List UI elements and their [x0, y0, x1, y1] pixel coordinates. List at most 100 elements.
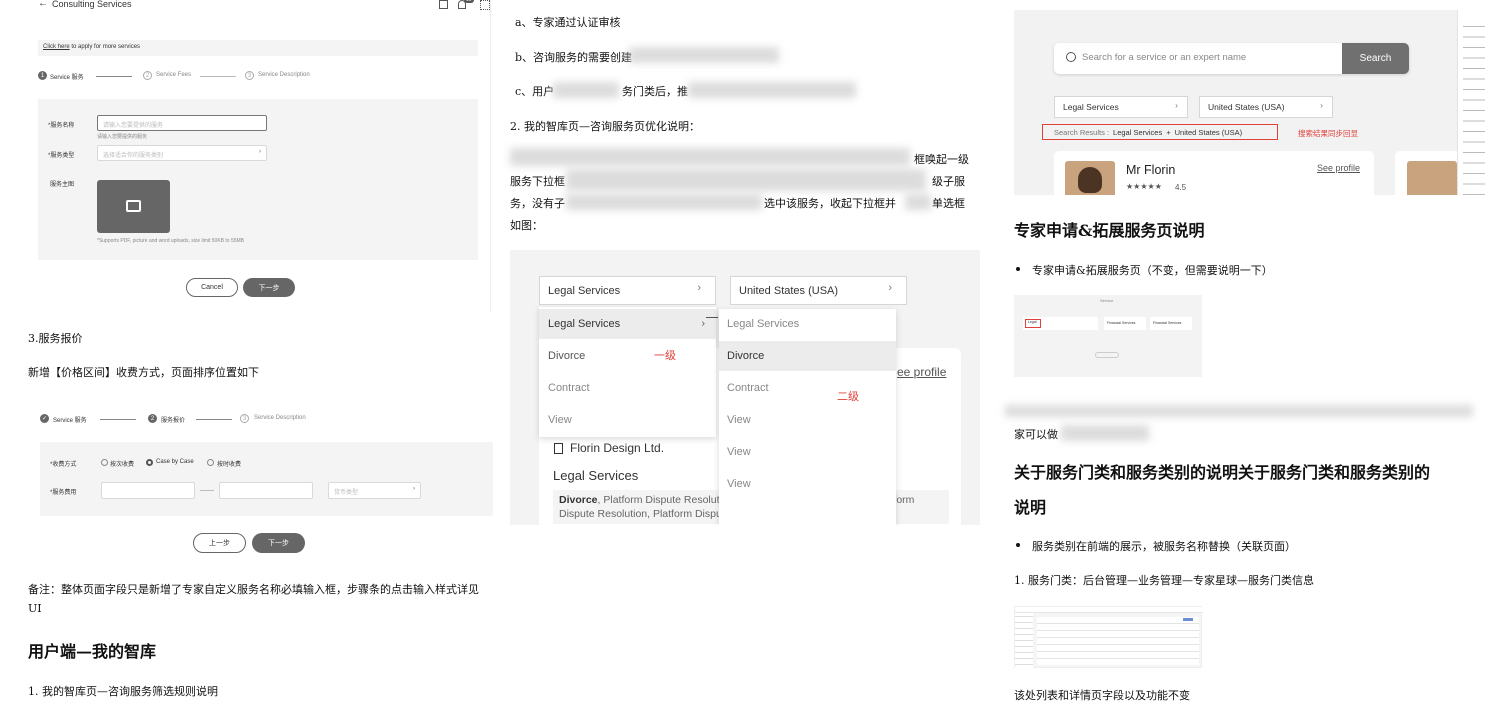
search-input[interactable]: Search for a service or an expert name [1082, 52, 1246, 63]
search-bar: Search for a service or an expert name S… [1054, 43, 1409, 74]
level1-item[interactable]: Divorce [548, 350, 585, 362]
currency-select[interactable]: 货币类型 › [328, 482, 421, 499]
step-3-dot[interactable]: 3 [240, 414, 249, 423]
heading-my-thinktank: 用户端—我的智库 [28, 642, 157, 661]
list-item-category: 1. 服务门类：后台管理—业务管理—专家星球—服务门类信息 [1014, 574, 1314, 587]
radio-icon[interactable] [101, 459, 108, 466]
range-dash [200, 490, 214, 491]
next-button[interactable]: 下一步 [243, 278, 295, 297]
heading-expert-apply: 专家申请&拓展服务页说明 [1014, 221, 1205, 240]
next-button[interactable]: 下一步 [252, 533, 305, 553]
screenshot-admin-table [1014, 606, 1203, 669]
mini-card[interactable]: Financial Services [1150, 317, 1192, 330]
step-3-dot[interactable]: 3 [245, 71, 254, 80]
expert-name: Mr Florin [1126, 163, 1176, 177]
bullet-expert-apply: 专家申请&拓展服务页（不变，但需要说明一下） [1032, 264, 1273, 277]
service-type-label: *服务类型 [48, 153, 75, 159]
para-r2-end: 级子服 [932, 175, 965, 188]
search-icon [1066, 52, 1076, 62]
mini-card-selected[interactable]: Legal [1023, 317, 1098, 330]
para-r4: 如图： [510, 219, 543, 232]
category-dropdown[interactable]: Legal Services › [1054, 96, 1188, 118]
fee-max-input[interactable] [219, 482, 313, 499]
rating-value: 4.5 [1175, 183, 1187, 192]
calendar-icon[interactable] [439, 0, 448, 9]
country-dropdown[interactable]: United States (USA) › [1199, 96, 1333, 118]
form-panel: *服务名称 请输入您要提供的服务 请输入您要提供的服务 *服务类型 选择适合你的… [38, 99, 478, 260]
country-dropdown[interactable]: United States (USA) › [730, 276, 907, 305]
screenshot-dropdown: Legal Services › United States (USA) › e… [510, 250, 980, 525]
level2-item[interactable]: Legal Services [727, 318, 799, 330]
company-service: Legal Services [553, 468, 639, 483]
search-results-bar: Search Results : Legal Services + United… [1042, 124, 1278, 140]
back-arrow-icon[interactable]: ← [38, 0, 48, 9]
bullet-category-display: 服务类别在前端的展示，被服务名称替换（关联页面） [1032, 540, 1296, 553]
level2-item[interactable]: View [727, 446, 751, 458]
service-name-label: *服务名称 [48, 123, 75, 129]
prev-button[interactable]: 上一步 [193, 533, 246, 553]
list-item-1: 1. 我的智库页—咨询服务筛选规则说明 [28, 685, 218, 698]
admin-table [1037, 617, 1199, 665]
see-profile-link[interactable]: ee profile [897, 365, 946, 379]
level1-item[interactable]: View [548, 414, 572, 426]
image-upload-box[interactable] [97, 180, 170, 233]
chevron-right-icon: › [413, 486, 415, 492]
category-dropdown[interactable]: Legal Services › [539, 276, 716, 305]
line-c-mid: 务门类后，推 [622, 85, 688, 98]
step-2-dot[interactable]: 2 [143, 71, 152, 80]
service-name-input[interactable]: 请输入您要提供的服务 [97, 115, 267, 131]
level2-item[interactable]: Contract [727, 382, 769, 394]
results-note: 搜索结果同步回显 [1298, 129, 1358, 138]
list-item-2: 2. 我的智库页—咨询服务页优化说明： [510, 120, 700, 133]
level2-item[interactable]: Divorce [727, 350, 764, 362]
step-1-check-icon[interactable]: ✓ [40, 414, 49, 423]
mini-title: Service [1100, 298, 1114, 303]
line-b: b、咨询服务的需要创建 [515, 51, 633, 64]
section-3-heading: 3.服务报价 [28, 332, 83, 345]
pricing-panel: *收费方式 按次收费 Case by Case 按时收费 *服务费用 货币类型 … [40, 442, 493, 516]
radio-icon[interactable] [207, 459, 214, 466]
radio-selected-icon[interactable] [146, 459, 153, 466]
bullet-dot [1016, 267, 1020, 271]
fee-min-input[interactable] [101, 482, 195, 499]
avatar [1065, 161, 1115, 195]
page-title: Consulting Services [52, 0, 132, 9]
mini-card[interactable]: Financial Services [1104, 317, 1146, 330]
redacted-block [566, 194, 762, 210]
para-r3-mid: 选中该服务，收起下拉框并 [764, 197, 896, 210]
level2-item[interactable]: View [727, 478, 751, 490]
level1-item[interactable]: Contract [548, 382, 590, 394]
bullet-dot [1016, 543, 1020, 547]
step-2-label: Service Fees [156, 72, 192, 78]
note-line-2: UI [28, 602, 42, 615]
avatar [1407, 161, 1457, 195]
chevron-right-icon: › [697, 282, 701, 294]
cancel-button[interactable]: Cancel [186, 278, 238, 297]
grid-icon[interactable] [480, 0, 490, 10]
step-1-dot[interactable]: 1 [38, 71, 47, 80]
expert-card: Mr Florin ★★★★★ 4.5 See profile [1054, 151, 1374, 195]
apply-link[interactable]: Click here [43, 44, 70, 50]
chevron-right-icon: › [1320, 100, 1323, 110]
redacted-block [1005, 405, 1473, 417]
service-type-select[interactable]: 选择适合你的服务类别 › [97, 145, 267, 161]
step-2-dot[interactable]: 2 [148, 414, 157, 423]
chevron-right-icon: › [259, 149, 261, 155]
admin-sidebar [1015, 613, 1033, 669]
search-button[interactable]: Search [1342, 43, 1409, 74]
building-icon [554, 443, 563, 454]
level2-item[interactable]: View [727, 414, 751, 426]
apply-text: to apply for more services [71, 44, 141, 50]
chevron-right-icon: › [701, 317, 706, 330]
image-label: 服务主图 [50, 182, 75, 188]
step-1-label: Service 服务 [53, 418, 87, 424]
expert-card-partial [1395, 151, 1465, 195]
para-r1-end: 框唤起一级 [914, 153, 969, 166]
apply-banner: Click here to apply for more services [38, 40, 478, 56]
see-profile-link[interactable]: See profile [1317, 163, 1360, 173]
footer-note: 该处列表和详情页字段以及功能不变 [1014, 689, 1190, 702]
mini-button[interactable] [1095, 352, 1119, 358]
level1-item[interactable]: Legal Services [548, 318, 620, 330]
level1-tag: 一级 [654, 350, 676, 362]
line-after-blur: 家可以做 [1014, 428, 1058, 441]
